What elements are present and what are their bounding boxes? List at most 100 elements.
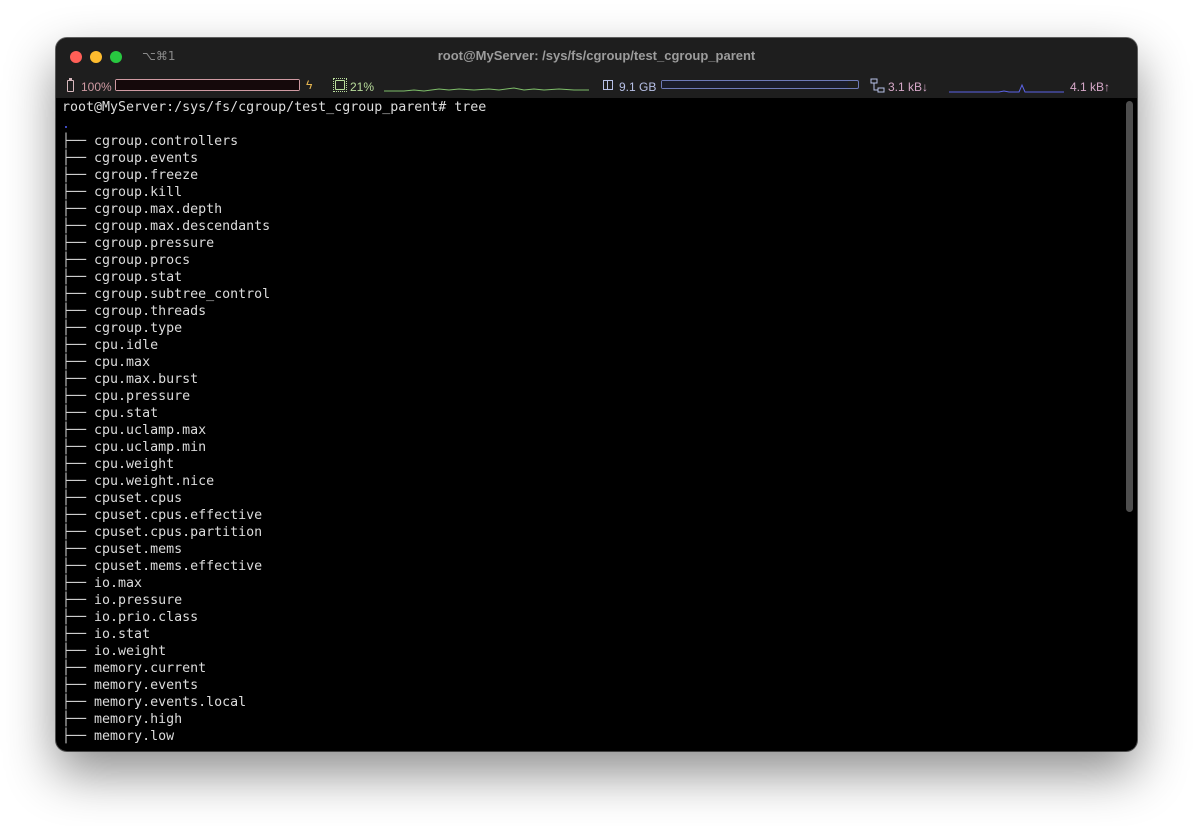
tree-entry: ├── cpu.pressure [62,388,1121,405]
tree-entry-name: memory.low [94,729,175,744]
tree-entry: ├── cgroup.max.depth [62,201,1121,218]
tree-entry-name: cgroup.stat [94,270,183,285]
tree-entry-name: cpu.stat [94,406,159,421]
memory-bar [661,80,859,89]
tree-entry-name: cpuset.cpus.partition [94,525,263,540]
network-icon [870,78,885,93]
terminal-window: ⌥⌘1 root@MyServer: /sys/fs/cgroup/test_c… [56,38,1137,751]
tree-branch: ├── [62,389,95,404]
network-up-label: 4.1 kB↑ [1070,80,1111,94]
tree-branch: ├── [62,610,95,625]
tree-entry-name: cgroup.pressure [94,236,215,251]
tree-entry: ├── cpuset.mems.effective [62,558,1121,575]
tree-entry: ├── memory.high [62,711,1121,728]
cpu-icon [333,78,347,92]
battery-bar-fill [116,80,299,90]
tree-entry-name: cgroup.subtree_control [94,287,271,302]
memory-bar-fill [662,81,849,88]
tree-entry: ├── memory.events.local [62,694,1121,711]
tree-branch: ├── [62,644,95,659]
tree-branch: ├── [62,661,95,676]
tree-entry-name: cpu.max [94,355,151,370]
tree-branch: ├── [62,185,95,200]
tree-branch: ├── [62,219,95,234]
tree-entry-name: cpu.weight.nice [94,474,215,489]
tree-entry-name: io.max [94,576,143,591]
tree-entry: ├── cgroup.max.descendants [62,218,1121,235]
tree-entry: ├── io.pressure [62,592,1121,609]
tree-entry-name: cpu.max.burst [94,372,199,387]
tree-entry-name: memory.high [94,712,183,727]
tree-entry: ├── cpuset.cpus.effective [62,507,1121,524]
tree-entry: ├── cgroup.pressure [62,235,1121,252]
tree-branch: ├── [62,678,95,693]
tree-entry-name: cgroup.controllers [94,134,239,149]
tree-branch: ├── [62,729,95,744]
cpu-label: 21% [350,80,375,94]
tree-entry-name: memory.events [94,678,199,693]
tree-entry: ├── cgroup.subtree_control [62,286,1121,303]
tree-entry-name: cpuset.cpus.effective [94,508,263,523]
tree-entry: ├── cgroup.kill [62,184,1121,201]
tree-entry-name: cgroup.events [94,151,199,166]
tree-entry: ├── cpu.max [62,354,1121,371]
network-down-label: 3.1 kB↓ [888,80,929,94]
tree-branch: ├── [62,593,95,608]
tree-entry: ├── cgroup.type [62,320,1121,337]
tree-entry: ├── cgroup.procs [62,252,1121,269]
tree-entry-name: cgroup.max.descendants [94,219,271,234]
tree-branch: ├── [62,253,95,268]
tree-branch: ├── [62,712,95,727]
tree-entry-name: io.prio.class [94,610,199,625]
tree-branch: ├── [62,168,95,183]
tree-branch: ├── [62,474,95,489]
tree-branch: ├── [62,423,95,438]
network-graph [949,83,1064,93]
tree-entry-name: io.stat [94,627,151,642]
scrollbar-thumb[interactable] [1126,101,1133,512]
tree-entry: ├── cpu.idle [62,337,1121,354]
tree-entry-name: cpuset.cpus [94,491,183,506]
tree-entry-name: cgroup.max.depth [94,202,223,217]
tree-entry-name: cgroup.procs [94,253,191,268]
tree-branch: ├── [62,236,95,251]
memory-icon [603,80,613,90]
tree-entry-name: io.weight [94,644,167,659]
tree-entry-name: cpu.weight [94,457,175,472]
tree-entry: ├── cgroup.stat [62,269,1121,286]
tree-branch: ├── [62,491,95,506]
tree-branch: ├── [62,355,95,370]
battery-icon [67,78,74,92]
tree-entry: ├── io.prio.class [62,609,1121,626]
tree-branch: ├── [62,695,95,710]
tree-branch: ├── [62,559,95,574]
tree-branch: ├── [62,338,95,353]
tree-entry-name: cgroup.threads [94,304,207,319]
tree-entry: ├── cpu.max.burst [62,371,1121,388]
tree-entry: ├── memory.events [62,677,1121,694]
tree-entry-name: cpuset.mems.effective [94,559,263,574]
tree-entry-name: memory.events.local [94,695,247,710]
tree-entry: ├── memory.low [62,728,1121,745]
tree-branch: ├── [62,542,95,557]
bolt-icon: ϟ [306,78,313,92]
title-bar[interactable]: ⌥⌘1 root@MyServer: /sys/fs/cgroup/test_c… [56,38,1137,76]
battery-bar [115,79,300,91]
tree-branch: ├── [62,627,95,642]
tree-entry: ├── cpu.stat [62,405,1121,422]
tree-entry-name: cpu.pressure [94,389,191,404]
tree-branch: ├── [62,406,95,421]
tree-entry-name: memory.current [94,661,207,676]
tree-entry-name: cgroup.freeze [94,168,199,183]
tree-branch: ├── [62,270,95,285]
tree-entry-name: io.pressure [94,593,183,608]
terminal-output[interactable]: root@MyServer:/sys/fs/cgroup/test_cgroup… [62,98,1121,751]
tree-branch: ├── [62,457,95,472]
tree-branch: ├── [62,372,95,387]
tree-branch: ├── [62,321,95,336]
tree-entry: ├── cgroup.controllers [62,133,1121,150]
battery-label: 100% [81,80,112,94]
memory-label: 9.1 GB [619,80,657,94]
tree-entry: ├── cpu.uclamp.min [62,439,1121,456]
tree-branch: ├── [62,440,95,455]
